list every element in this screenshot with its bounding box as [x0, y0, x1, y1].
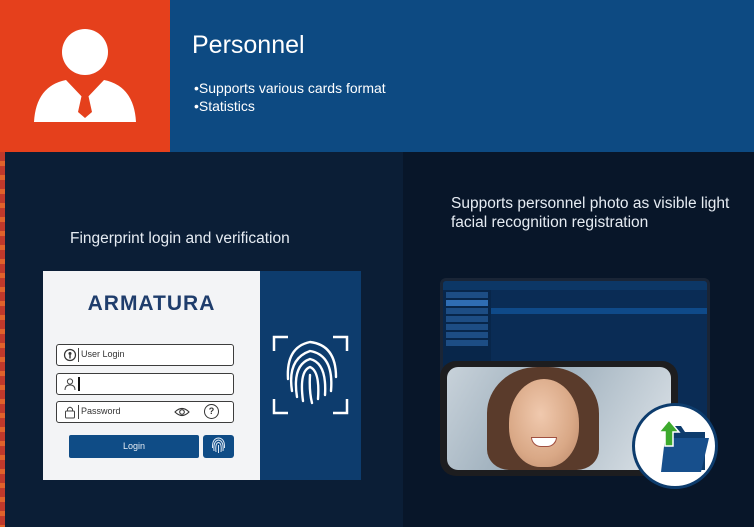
- login-card: ARMATURA User Login Password ? Login: [43, 271, 260, 480]
- password-field[interactable]: Password ?: [56, 401, 234, 423]
- person-icon: [64, 378, 76, 391]
- fingerprint-login-button[interactable]: [203, 435, 234, 458]
- fingerprint-caption: Fingerprint login and verification: [70, 230, 290, 247]
- feature-bullets: Supports various cards format Statistics: [194, 79, 386, 115]
- bullet-item: Statistics: [194, 97, 386, 115]
- login-button[interactable]: Login: [69, 435, 199, 458]
- help-icon[interactable]: ?: [204, 404, 219, 419]
- page-title: Personnel: [192, 31, 305, 59]
- header-banner: Personnel Supports various cards format …: [0, 0, 754, 152]
- personnel-icon: [34, 29, 136, 122]
- slide: Personnel Supports various cards format …: [0, 0, 754, 527]
- eye-icon[interactable]: [174, 405, 190, 419]
- password-placeholder: Password: [81, 406, 121, 416]
- upload-folder-icon: [657, 418, 709, 472]
- bullet-item: Supports various cards format: [194, 79, 386, 97]
- upload-folder-badge: [632, 403, 718, 489]
- fingerprint-icon: [211, 437, 226, 453]
- lock-icon: [65, 406, 75, 419]
- photo-caption: Supports personnel photo as visible ligh…: [451, 195, 730, 231]
- brand-logo: ARMATURA: [87, 292, 216, 315]
- user-login-icon: [63, 348, 77, 362]
- personnel-tile: [0, 0, 170, 152]
- fingerprint-scan-panel: [260, 271, 361, 480]
- user-login-placeholder: User Login: [81, 349, 125, 359]
- user-login-field[interactable]: User Login: [56, 344, 234, 366]
- user-name-field[interactable]: [56, 373, 234, 395]
- fingerprint-scan-icon: [272, 335, 349, 415]
